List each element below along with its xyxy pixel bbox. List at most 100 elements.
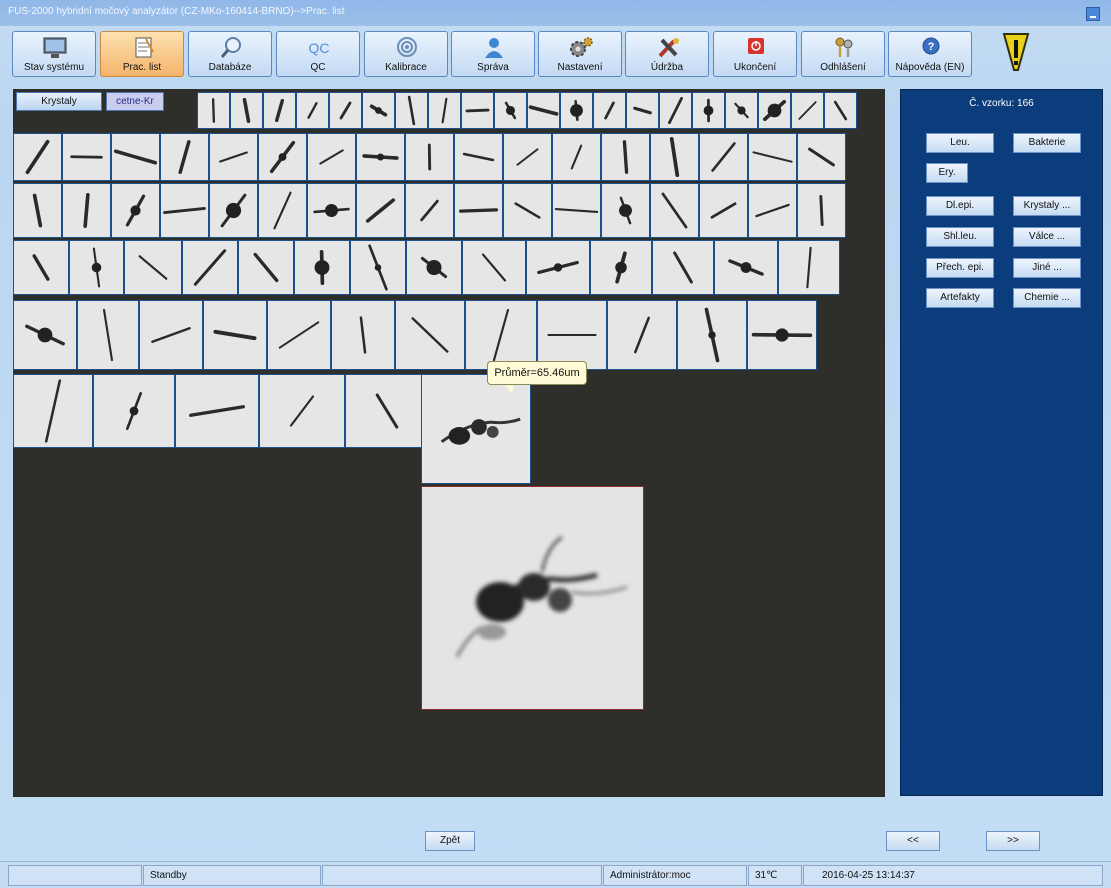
particle-thumbnail[interactable] [395, 92, 428, 129]
particle-thumbnail[interactable] [747, 300, 817, 370]
particle-thumbnail[interactable] [590, 240, 652, 295]
particle-thumbnail[interactable] [175, 374, 259, 448]
toolbar-sprava-button[interactable]: Správa [451, 31, 535, 77]
back-button[interactable]: Zpět [425, 831, 475, 851]
particle-thumbnail[interactable] [160, 183, 209, 238]
particle-thumbnail[interactable] [182, 240, 238, 295]
particle-thumbnail[interactable] [124, 240, 182, 295]
particle-thumbnail[interactable] [139, 300, 203, 370]
particle-thumbnail[interactable] [345, 374, 429, 448]
particle-thumbnail[interactable] [356, 183, 405, 238]
particle-thumbnail[interactable] [526, 240, 590, 295]
particle-thumbnail[interactable] [77, 300, 139, 370]
class-chemie-button[interactable]: Chemie ... [1013, 288, 1081, 308]
particle-thumbnail[interactable] [331, 300, 395, 370]
class-prech-epi-button[interactable]: Přech. epi. [926, 258, 994, 278]
particle-thumbnail[interactable] [650, 183, 699, 238]
particle-thumbnail[interactable] [454, 183, 503, 238]
previous-page-button[interactable]: << [886, 831, 940, 851]
particle-thumbnail[interactable] [405, 133, 454, 181]
class-shl-leu-button[interactable]: Shl.leu. [926, 227, 994, 247]
particle-thumbnail[interactable] [238, 240, 294, 295]
toolbar-odhlaseni-button[interactable]: Odhlášení [801, 31, 885, 77]
class-jine-button[interactable]: Jiné ... [1013, 258, 1081, 278]
class-artefakty-button[interactable]: Artefakty [926, 288, 994, 308]
particle-thumbnail[interactable] [503, 183, 552, 238]
particle-thumbnail[interactable] [209, 133, 258, 181]
particle-thumbnail[interactable] [791, 92, 824, 129]
particle-thumbnail[interactable] [462, 240, 526, 295]
particle-thumbnail[interactable] [601, 133, 650, 181]
particle-thumbnail[interactable] [692, 92, 725, 129]
particle-thumbnail[interactable] [677, 300, 747, 370]
particle-thumbnail[interactable] [62, 183, 111, 238]
particle-thumbnail[interactable] [307, 183, 356, 238]
toolbar-ukonceni-button[interactable]: Ukončení [713, 31, 797, 77]
particle-thumbnail[interactable] [552, 133, 601, 181]
minimize-button[interactable] [1086, 7, 1100, 21]
next-page-button[interactable]: >> [986, 831, 1040, 851]
particle-thumbnail[interactable] [160, 133, 209, 181]
class-valce-button[interactable]: Válce ... [1013, 227, 1081, 247]
particle-thumbnail[interactable] [93, 374, 175, 448]
toolbar-napoveda-button[interactable]: ? Nápověda (EN) [888, 31, 972, 77]
particle-thumbnail[interactable] [294, 240, 350, 295]
particle-thumbnail[interactable] [203, 300, 267, 370]
warning-icon[interactable] [1002, 30, 1030, 74]
particle-thumbnail[interactable] [601, 183, 650, 238]
particle-thumbnail[interactable] [13, 183, 62, 238]
particle-thumbnail[interactable] [13, 240, 69, 295]
particle-thumbnail[interactable] [307, 133, 356, 181]
particle-thumbnail[interactable] [527, 92, 560, 129]
particle-thumbnail[interactable] [329, 92, 362, 129]
particle-thumbnail[interactable] [626, 92, 659, 129]
class-ery-button[interactable]: Ery. [926, 163, 968, 183]
particle-thumbnail[interactable] [69, 240, 124, 295]
toolbar-stav-systemu-button[interactable]: Stav systému [12, 31, 96, 77]
particle-thumbnail[interactable] [652, 240, 714, 295]
particle-thumbnail[interactable] [428, 92, 461, 129]
toolbar-kalibrace-button[interactable]: Kalibrace [364, 31, 448, 77]
particle-thumbnail[interactable] [13, 300, 77, 370]
particle-thumbnail[interactable] [725, 92, 758, 129]
particle-thumbnail[interactable] [748, 133, 797, 181]
toolbar-nastaveni-button[interactable]: Nastavení [538, 31, 622, 77]
particle-thumbnail[interactable] [503, 133, 552, 181]
tab-krystaly[interactable]: Krystaly [16, 92, 102, 111]
particle-thumbnail[interactable] [356, 133, 405, 181]
particle-thumbnail[interactable] [258, 133, 307, 181]
particle-thumbnail[interactable] [263, 92, 296, 129]
toolbar-databaze-button[interactable]: Databáze [188, 31, 272, 77]
particle-thumbnail[interactable] [797, 183, 846, 238]
particle-thumbnail[interactable] [650, 133, 699, 181]
particle-thumbnail[interactable] [494, 92, 527, 129]
particle-thumbnail[interactable] [824, 92, 857, 129]
particle-thumbnail[interactable] [62, 133, 111, 181]
class-krystaly-button[interactable]: Krystaly ... [1013, 196, 1081, 216]
particle-thumbnail[interactable] [659, 92, 692, 129]
particle-thumbnail[interactable] [13, 374, 93, 448]
particle-thumbnail[interactable] [13, 133, 62, 181]
class-leu-button[interactable]: Leu. [926, 133, 994, 153]
particle-thumbnail[interactable] [552, 183, 601, 238]
particle-thumbnail[interactable] [111, 133, 160, 181]
particle-thumbnail[interactable] [406, 240, 462, 295]
particle-thumbnail[interactable] [465, 300, 537, 370]
particle-thumbnail[interactable] [296, 92, 329, 129]
particle-thumbnail[interactable] [350, 240, 406, 295]
particle-thumbnail[interactable] [537, 300, 607, 370]
tab-cetne-kr[interactable]: cetne-Kr [106, 92, 164, 111]
toolbar-udrzba-button[interactable]: Údržba [625, 31, 709, 77]
particle-thumbnail-selected[interactable] [421, 374, 531, 484]
particle-thumbnail[interactable] [405, 183, 454, 238]
particle-thumbnail[interactable] [111, 183, 160, 238]
particle-thumbnail[interactable] [454, 133, 503, 181]
particle-thumbnail[interactable] [748, 183, 797, 238]
particle-thumbnail[interactable] [778, 240, 840, 295]
toolbar-prac-list-button[interactable]: Prac. list [100, 31, 184, 77]
particle-thumbnail[interactable] [259, 374, 345, 448]
particle-thumbnail[interactable] [607, 300, 677, 370]
class-bakterie-button[interactable]: Bakterie [1013, 133, 1081, 153]
particle-thumbnail[interactable] [714, 240, 778, 295]
particle-thumbnail[interactable] [699, 183, 748, 238]
